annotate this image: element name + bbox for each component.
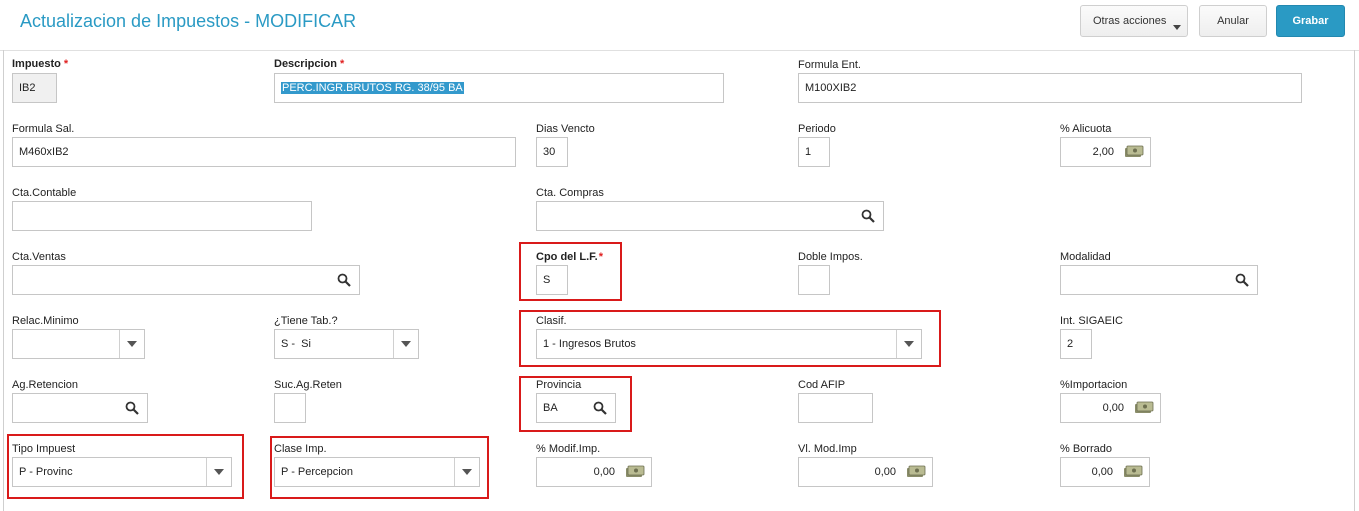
search-icon[interactable] xyxy=(1235,273,1249,287)
formula-ent-field[interactable]: M100XIB2 xyxy=(798,73,1302,103)
cta-ventas-label: Cta.Ventas xyxy=(12,251,66,263)
anular-button[interactable]: Anular xyxy=(1199,5,1267,37)
alicuota-field[interactable]: 2,00 xyxy=(1060,137,1151,167)
suc-ag-reten-field[interactable] xyxy=(274,393,306,423)
relac-minimo-select[interactable] xyxy=(12,329,145,359)
chevron-down-icon xyxy=(1173,25,1181,30)
search-icon[interactable] xyxy=(337,273,351,287)
modif-imp-label: % Modif.Imp. xyxy=(536,443,601,455)
highlight-cpo-lf xyxy=(519,242,622,301)
page-title: Actualizacion de Impuestos - MODIFICAR xyxy=(20,11,357,31)
impuesto-field[interactable]: IB2 xyxy=(12,73,57,103)
ag-retencion-label: Ag.Retencion xyxy=(12,379,79,391)
calculator-icon[interactable] xyxy=(1124,145,1144,159)
chevron-down-icon[interactable] xyxy=(119,330,144,358)
suc-ag-reten-label: Suc.Ag.Reten xyxy=(274,379,342,391)
borrado-label: % Borrado xyxy=(1060,443,1112,455)
search-icon[interactable] xyxy=(861,209,875,223)
cta-ventas-field[interactable] xyxy=(12,265,360,295)
importacion-field[interactable]: 0,00 xyxy=(1060,393,1161,423)
formula-sal-field[interactable]: M460xIB2 xyxy=(12,137,516,167)
chevron-down-icon[interactable] xyxy=(393,330,418,358)
int-sigaeic-label: Int. SIGAEIC xyxy=(1060,315,1123,327)
impuesto-label: Impuesto * xyxy=(12,58,69,70)
calculator-icon[interactable] xyxy=(1123,465,1143,479)
search-icon[interactable] xyxy=(125,401,139,415)
cta-contable-field[interactable] xyxy=(12,201,312,231)
highlight-provincia xyxy=(519,376,632,432)
cta-compras-label: Cta. Compras xyxy=(536,187,604,199)
page-header: Actualizacion de Impuestos - MODIFICAR O… xyxy=(0,0,1359,51)
otras-acciones-label: Otras acciones xyxy=(1093,15,1167,27)
ag-retencion-field[interactable] xyxy=(12,393,148,423)
vl-mod-imp-field[interactable]: 0,00 xyxy=(798,457,933,487)
descripcion-field[interactable]: PERC.INGR.BRUTOS RG. 38/95 BA xyxy=(274,73,724,103)
dias-vencto-label: Dias Vencto xyxy=(536,123,595,135)
doble-impos-field[interactable] xyxy=(798,265,830,295)
borrado-field[interactable]: 0,00 xyxy=(1060,457,1150,487)
modif-imp-field[interactable]: 0,00 xyxy=(536,457,652,487)
modalidad-label: Modalidad xyxy=(1060,251,1111,263)
highlight-tipo-impuest xyxy=(7,434,244,499)
dias-vencto-field[interactable]: 30 xyxy=(536,137,568,167)
highlight-clasif xyxy=(519,310,941,367)
tiene-tab-label: ¿Tiene Tab.? xyxy=(274,315,338,327)
periodo-field[interactable]: 1 xyxy=(798,137,830,167)
doble-impos-label: Doble Impos. xyxy=(798,251,863,263)
calculator-icon[interactable] xyxy=(906,465,926,479)
formula-ent-label: Formula Ent. xyxy=(798,59,861,71)
cod-afip-label: Cod AFIP xyxy=(798,379,846,391)
int-sigaeic-field[interactable]: 2 xyxy=(1060,329,1092,359)
cta-compras-field[interactable] xyxy=(536,201,884,231)
formula-sal-label: Formula Sal. xyxy=(12,123,75,135)
cta-contable-label: Cta.Contable xyxy=(12,187,77,199)
relac-minimo-label: Relac.Minimo xyxy=(12,315,79,327)
vl-mod-imp-label: Vl. Mod.Imp xyxy=(798,443,857,455)
modalidad-field[interactable] xyxy=(1060,265,1258,295)
highlight-clase-imp xyxy=(270,436,489,499)
calculator-icon[interactable] xyxy=(625,465,645,479)
grabar-button[interactable]: Grabar xyxy=(1276,5,1345,37)
tiene-tab-select[interactable]: S - Si xyxy=(274,329,419,359)
descripcion-label: Descripcion * xyxy=(274,58,345,70)
alicuota-label: % Alicuota xyxy=(1060,123,1112,135)
importacion-label: %Importacion xyxy=(1060,379,1128,391)
cod-afip-field[interactable] xyxy=(798,393,873,423)
periodo-label: Periodo xyxy=(798,123,836,135)
calculator-icon[interactable] xyxy=(1134,401,1154,415)
otras-acciones-button[interactable]: Otras acciones xyxy=(1080,5,1188,37)
